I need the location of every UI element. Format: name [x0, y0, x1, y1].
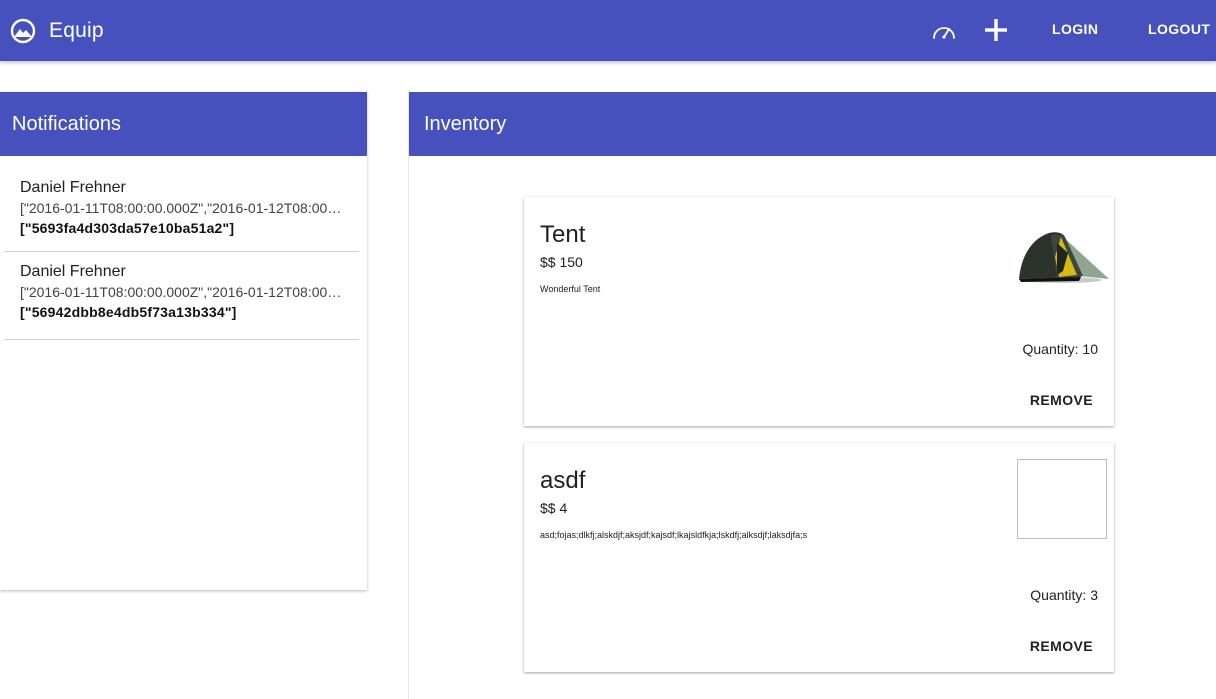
list-item[interactable]: Daniel Frehner ["2016-01-11T08:00:00.000…	[4, 252, 359, 340]
notification-name: Daniel Frehner	[20, 263, 126, 280]
notification-dates: ["2016-01-11T08:00:00.000Z","2016-01-12T…	[20, 284, 343, 300]
notification-ids: ["5693fa4d303da57e10ba51a2"]	[20, 220, 235, 236]
list-item[interactable]: Daniel Frehner ["2016-01-11T08:00:00.000…	[4, 168, 359, 252]
item-price: $$ 150	[540, 254, 583, 270]
remove-button[interactable]: REMOVE	[1030, 638, 1093, 654]
notification-dates: ["2016-01-11T08:00:00.000Z","2016-01-12T…	[20, 200, 343, 216]
notifications-panel: Notifications Daniel Frehner ["2016-01-1…	[0, 92, 367, 590]
speedometer-icon[interactable]	[930, 17, 958, 45]
inventory-panel: Inventory Tent $$ 150 Wonderful Tent Qua…	[408, 92, 1216, 699]
login-button[interactable]: LOGIN	[1052, 0, 1098, 61]
item-name: asdf	[540, 467, 586, 494]
notifications-header: Notifications	[0, 92, 367, 156]
remove-button[interactable]: REMOVE	[1030, 392, 1093, 408]
mountain-circle-icon	[10, 18, 36, 43]
app-title: Equip	[49, 18, 104, 42]
tent-icon	[1019, 232, 1109, 283]
item-price: $$ 4	[540, 500, 568, 516]
app-bar: Equip LOGIN LOGOUT	[0, 0, 1216, 61]
brand[interactable]: Equip	[10, 0, 104, 61]
item-description: asd;fojas;dlkfj;alskdjf;aksjdf;kajsdf;lk…	[540, 530, 808, 540]
item-quantity: Quantity: 10	[1022, 341, 1099, 357]
empty-image-placeholder	[1017, 459, 1107, 539]
item-quantity: Quantity: 3	[1030, 587, 1098, 603]
inventory-header: Inventory	[409, 92, 1216, 156]
notifications-list: Daniel Frehner ["2016-01-11T08:00:00.000…	[4, 168, 359, 340]
inventory-card: asdf $$ 4 asd;fojas;dlkfj;alskdjf;aksjdf…	[524, 443, 1114, 672]
logout-button[interactable]: LOGOUT	[1148, 0, 1210, 61]
item-name: Tent	[540, 221, 586, 248]
plus-icon[interactable]	[982, 16, 1010, 44]
item-description: Wonderful Tent	[540, 284, 601, 294]
inventory-card: Tent $$ 150 Wonderful Tent Quantity: 10 …	[524, 197, 1114, 426]
notification-name: Daniel Frehner	[20, 179, 126, 196]
notification-ids: ["56942dbb8e4db5f73a13b334"]	[20, 304, 237, 320]
